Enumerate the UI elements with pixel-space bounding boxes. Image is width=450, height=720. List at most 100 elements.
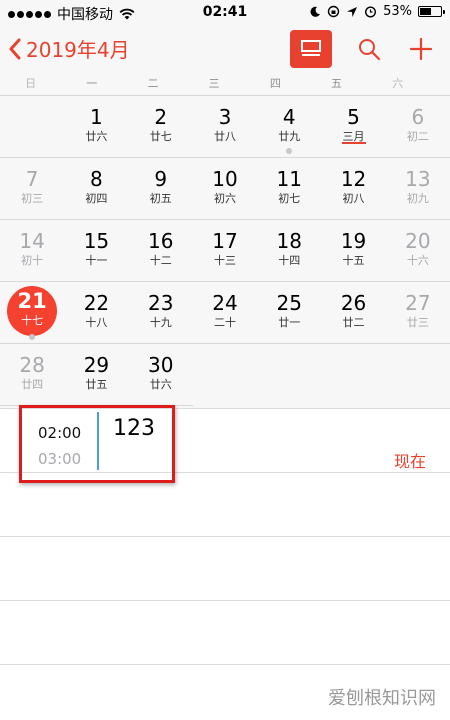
lunar-date: 廿五 [85,378,108,391]
day-number: 9 [154,167,168,191]
add-event-button[interactable] [406,30,436,68]
lunar-date: 廿三 [406,316,429,329]
day-cell-12[interactable]: 12 初八 [321,158,385,220]
day-number: 20 [405,229,431,253]
battery-percent: 53% [383,4,412,19]
day-cell-30[interactable]: 30 廿六 [129,344,193,406]
lunar-date: 廿六 [85,130,108,143]
week-row: 28 廿四 29 廿五 30 廿六 [0,344,450,406]
event-title: 123 [113,416,155,441]
day-number: 29 [83,353,110,377]
event-end-time: 03:00 [38,450,82,468]
weekday-thu: 四 [269,77,281,90]
day-cell-23[interactable]: 23 十九 [129,282,193,344]
lunar-date: 初二 [406,130,429,143]
day-cell-7[interactable]: 7 初三 [0,158,64,220]
now-indicator-label: 现在 [393,452,426,471]
day-cell-24[interactable]: 24 二十 [193,282,257,344]
day-cell-20[interactable]: 20 十六 [386,220,450,282]
day-cell-10[interactable]: 10 初六 [193,158,257,220]
day-cell-11[interactable]: 11 初七 [257,158,321,220]
moon-icon [310,6,321,17]
divider [0,536,450,537]
day-number: 10 [212,167,238,191]
nav-actions [290,30,436,68]
lunar-date: 十二 [149,254,172,267]
lunar-date: 十四 [278,254,301,267]
day-cell-22[interactable]: 22 十八 [64,282,128,344]
day-cell-2[interactable]: 2 廿七 [129,96,193,158]
nav-bar: 2019年4月 [0,26,450,72]
list-view-icon [301,40,321,56]
weekday-wed: 三 [208,77,220,90]
day-cell-27[interactable]: 27 廿三 [386,282,450,344]
day-number: 11 [276,167,302,191]
day-cell-28[interactable]: 28 廿四 [0,344,64,406]
lunar-date: 十六 [406,254,429,267]
day-number: 15 [83,229,110,253]
day-number: 30 [147,353,174,377]
day-cell-18[interactable]: 18 十四 [257,220,321,282]
divider [0,664,450,665]
weekday-tue: 二 [147,77,159,90]
lunar-date: 初四 [85,192,108,205]
day-cell-1[interactable]: 1 廿六 [64,96,128,158]
day-cell-26[interactable]: 26 廿二 [321,282,385,344]
day-cell-5[interactable]: 5 三月 [321,96,385,158]
lunar-date: 廿二 [342,316,365,329]
lunar-date: 初七 [278,192,301,205]
weekday-mon: 一 [86,77,98,90]
day-cell-6[interactable]: 6 初二 [386,96,450,158]
day-cell-14[interactable]: 14 初十 [0,220,64,282]
day-cell-21[interactable]: 21 十七 [0,282,64,344]
day-cell-8[interactable]: 8 初四 [64,158,128,220]
day-cell-17[interactable]: 17 十三 [193,220,257,282]
day-cell-19[interactable]: 19 十五 [321,220,385,282]
day-cell-4[interactable]: 4 廿九 [257,96,321,158]
lunar-date: 廿七 [149,130,172,143]
week-row: 14 初十 15 十一 16 十二 17 十三 18 十四 19 十五 20 十六 [0,220,450,282]
day-cell-13[interactable]: 13 初九 [386,158,450,220]
day-number: 22 [83,291,110,315]
day-number: 18 [276,229,302,253]
row-divider [0,405,193,406]
search-icon [359,39,381,61]
week-row: 7 初三 8 初四 9 初五 10 初六 11 初七 12 初八 13 初九 [0,158,450,220]
week-row: 21 十七 22 十八 23 十九 24 二十 25 廿一 26 廿二 27 廿三 [0,282,450,344]
day-number: 26 [340,291,367,315]
back-button[interactable]: 2019年4月 [8,34,130,63]
event-list: 02:00 03:00 123 现在 [0,408,450,720]
lunar-date: 廿九 [278,130,301,143]
lunar-date: 十一 [85,254,108,267]
week-row: 1 廿六 2 廿七 3 廿八 4 廿九 5 三月 6 初二 [0,96,450,158]
day-cell-3[interactable]: 3 廿八 [193,96,257,158]
day-number: 7 [25,167,39,191]
event-color-bar [97,412,99,470]
watermark-text: 爱刨根知识网 [328,688,436,709]
day-number: 28 [19,353,45,377]
day-cell-29[interactable]: 29 廿五 [64,344,128,406]
day-number: 4 [282,105,296,129]
day-number: 8 [90,167,103,191]
lunar-date: 十三 [213,254,236,267]
chevron-left-icon [9,38,21,59]
day-number: 24 [212,291,238,315]
day-cell-15[interactable]: 15 十一 [64,220,128,282]
day-cell-16[interactable]: 16 十二 [129,220,193,282]
day-number: 2 [154,105,168,129]
weekday-fri: 五 [331,77,343,90]
divider [0,600,450,601]
month-title: 2019年4月 [26,38,130,62]
orientation-lock-icon [327,5,340,18]
event-dot [286,148,293,154]
lunar-date: 十五 [342,254,365,267]
list-view-button[interactable] [290,30,332,68]
lunar-date: 廿八 [213,130,236,143]
search-button[interactable] [354,30,384,68]
day-number: 5 [347,105,360,129]
day-cell-25[interactable]: 25 廿一 [257,282,321,344]
day-cell-9[interactable]: 9 初五 [129,158,193,220]
day-number: 6 [411,105,425,129]
weekday-sat: 六 [392,77,404,90]
day-cell-empty [0,96,64,158]
